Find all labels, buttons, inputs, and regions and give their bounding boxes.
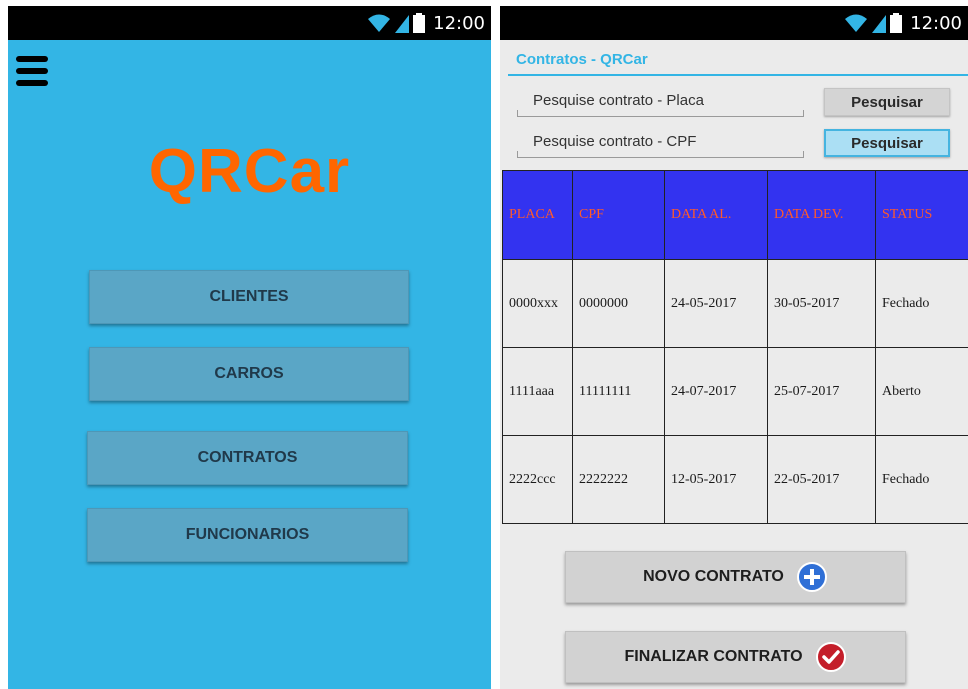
checkmark-circle-icon: [815, 642, 846, 672]
search-cpf-button[interactable]: Pesquisar: [824, 129, 950, 157]
signal-icon: [872, 15, 887, 33]
page-title: Contratos - QRCar: [516, 51, 648, 68]
cell-status: Fechado: [875, 259, 968, 348]
app-logo: QRCar: [148, 137, 351, 206]
table-row[interactable]: 1111aaa 11111111 24-07-2017 25-07-2017 A…: [502, 347, 968, 436]
contratos-button[interactable]: CONTRATOS: [87, 431, 408, 485]
cell-cpf: 0000000: [572, 259, 665, 348]
finalizar-contrato-button[interactable]: FINALIZAR CONTRATO: [565, 631, 906, 683]
contracts-table: PLACA CPF DATA AL. DATA DEV. STATUS 0000…: [502, 170, 968, 524]
cell-status: Fechado: [875, 435, 968, 524]
header-placa: PLACA: [502, 170, 573, 260]
battery-icon: [413, 13, 426, 33]
cell-data-dev: 25-07-2017: [767, 347, 876, 436]
cell-data-al: 24-05-2017: [664, 259, 768, 348]
cell-cpf: 11111111: [572, 347, 665, 436]
plus-circle-icon: [796, 562, 827, 592]
menu-screen: 12:00 QRCar CLIENTES CARROS CONTRATOS FU…: [8, 6, 491, 689]
cell-placa: 1111aaa: [502, 347, 573, 436]
clientes-button[interactable]: CLIENTES: [89, 270, 409, 324]
status-time: 12:00: [910, 12, 962, 34]
contracts-screen: 12:00 Contratos - QRCar Pesquise contrat…: [500, 6, 968, 689]
header-divider: [508, 74, 968, 76]
cell-placa: 0000xxx: [502, 259, 573, 348]
header-cpf: CPF: [572, 170, 665, 260]
status-bar: 12:00: [8, 6, 491, 40]
carros-button[interactable]: CARROS: [89, 347, 409, 401]
novo-contrato-label: NOVO CONTRATO: [643, 568, 784, 585]
signal-icon: [395, 15, 410, 33]
wifi-icon: [845, 14, 868, 32]
table-row[interactable]: 0000xxx 0000000 24-05-2017 30-05-2017 Fe…: [502, 259, 968, 348]
header-data-dev: DATA DEV.: [767, 170, 876, 260]
header-data-al: DATA AL.: [664, 170, 768, 260]
cell-data-dev: 22-05-2017: [767, 435, 876, 524]
cell-data-dev: 30-05-2017: [767, 259, 876, 348]
status-bar: 12:00: [500, 6, 968, 40]
cell-status: Aberto: [875, 347, 968, 436]
novo-contrato-button[interactable]: NOVO CONTRATO: [565, 551, 906, 603]
search-placa-input[interactable]: Pesquise contrato - Placa: [517, 89, 804, 117]
status-time: 12:00: [433, 12, 485, 34]
funcionarios-button[interactable]: FUNCIONARIOS: [87, 508, 408, 562]
hamburger-menu-icon[interactable]: [16, 54, 48, 90]
cell-cpf: 2222222: [572, 435, 665, 524]
finalizar-contrato-label: FINALIZAR CONTRATO: [624, 648, 803, 665]
search-cpf-input[interactable]: Pesquise contrato - CPF: [517, 130, 804, 158]
wifi-icon: [368, 14, 391, 32]
battery-icon: [890, 13, 903, 33]
table-row[interactable]: 2222ccc 2222222 12-05-2017 22-05-2017 Fe…: [502, 435, 968, 524]
header-status: STATUS: [875, 170, 968, 260]
cell-placa: 2222ccc: [502, 435, 573, 524]
search-placa-button[interactable]: Pesquisar: [824, 88, 950, 116]
cell-data-al: 24-07-2017: [664, 347, 768, 436]
cell-data-al: 12-05-2017: [664, 435, 768, 524]
table-header-row: PLACA CPF DATA AL. DATA DEV. STATUS: [502, 170, 968, 260]
